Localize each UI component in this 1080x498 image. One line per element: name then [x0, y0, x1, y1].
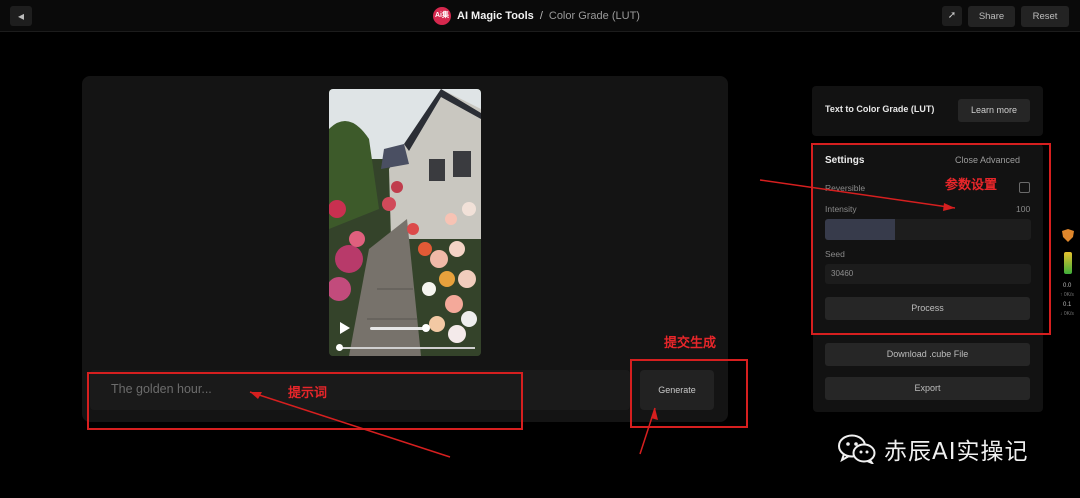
annotation-arrows [249, 179, 956, 458]
arrow-to-prompt [249, 391, 451, 458]
arrow-head-generate [651, 408, 658, 420]
watermark: 赤辰AI实操记 [838, 430, 1029, 468]
watermark-text: 赤辰AI实操记 [884, 439, 1029, 465]
arrow-to-settings [759, 179, 956, 209]
wechat-icon [838, 434, 876, 464]
